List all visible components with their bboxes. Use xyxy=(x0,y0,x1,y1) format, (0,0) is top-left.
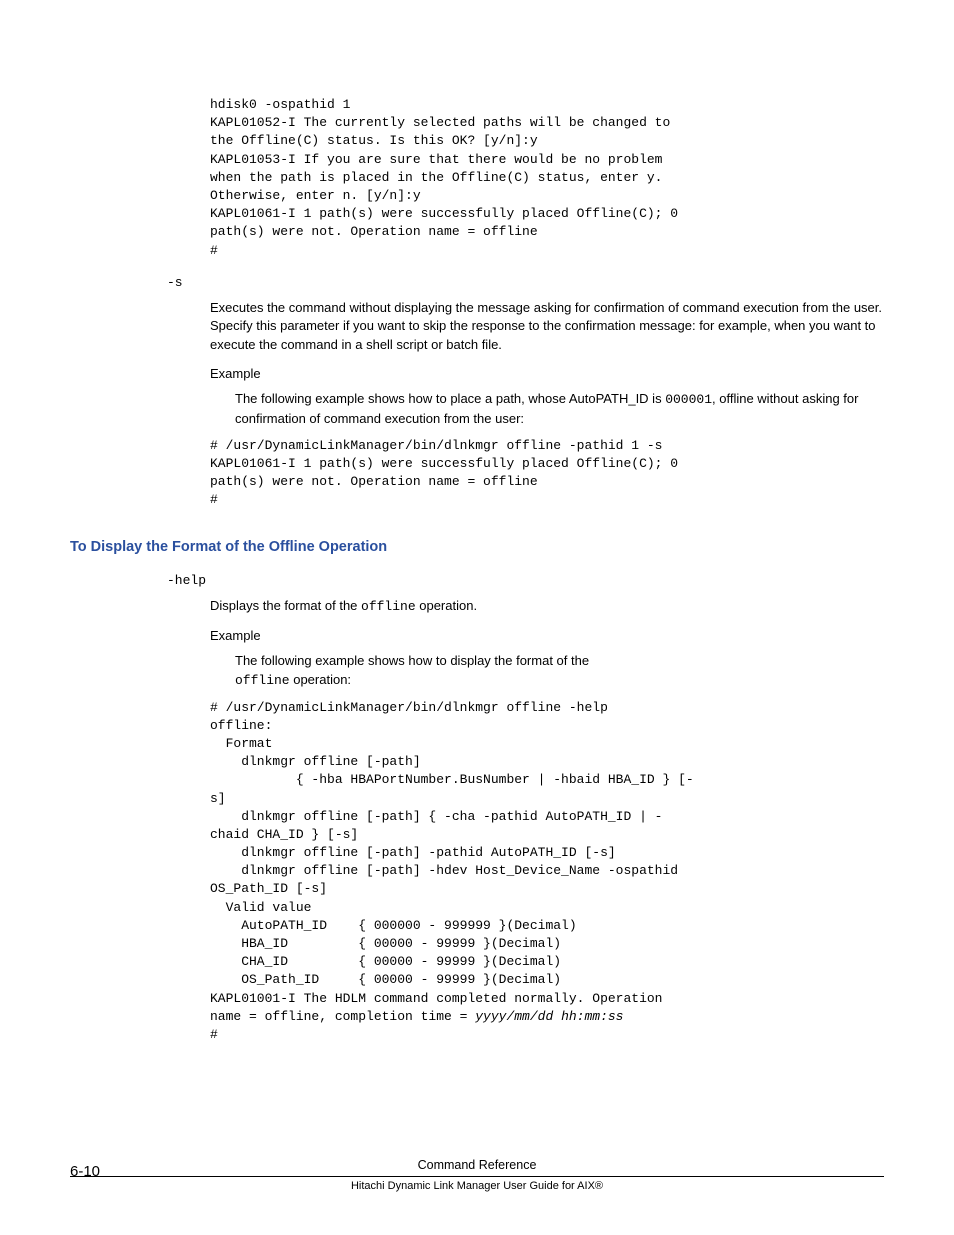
example-2-post: operation: xyxy=(290,672,351,687)
example-1-pre: The following example shows how to place… xyxy=(235,391,665,406)
option-help-label: -help xyxy=(167,572,884,591)
example-2-line1: The following example shows how to displ… xyxy=(235,653,589,668)
code-block-3: # /usr/DynamicLinkManager/bin/dlnkmgr of… xyxy=(210,699,884,1045)
footer-doc-title: Hitachi Dynamic Link Manager User Guide … xyxy=(70,1176,884,1195)
code-block-2: # /usr/DynamicLinkManager/bin/dlnkmgr of… xyxy=(210,437,884,510)
page-footer: 6-10 Command Reference Hitachi Dynamic L… xyxy=(70,1156,884,1195)
option-s-label: -s xyxy=(167,274,884,293)
example-1-inline-code: 000001 xyxy=(665,392,712,407)
section-heading: To Display the Format of the Offline Ope… xyxy=(70,537,884,558)
code3-time: yyyy/mm/dd hh:mm:ss xyxy=(475,1009,623,1024)
help-desc-post: operation. xyxy=(416,598,477,613)
footer-section-title: Command Reference xyxy=(70,1156,884,1174)
help-desc-pre: Displays the format of the xyxy=(210,598,361,613)
page-number: 6-10 xyxy=(70,1161,100,1183)
option-help-description: Displays the format of the offline opera… xyxy=(210,597,884,617)
code-block-1: hdisk0 -ospathid 1 KAPL01052-I The curre… xyxy=(210,96,884,260)
example-2-text: The following example shows how to displ… xyxy=(235,652,884,691)
option-s-description: Executes the command without displaying … xyxy=(210,299,884,356)
example-2-code: offline xyxy=(235,673,290,688)
example-label-2: Example xyxy=(210,627,884,646)
example-1-text: The following example shows how to place… xyxy=(235,390,884,429)
code3-pre: # /usr/DynamicLinkManager/bin/dlnkmgr of… xyxy=(210,700,694,1024)
help-desc-code: offline xyxy=(361,599,416,614)
page-container: hdisk0 -ospathid 1 KAPL01052-I The curre… xyxy=(0,0,954,1235)
code3-post: # xyxy=(210,1027,218,1042)
example-label-1: Example xyxy=(210,365,884,384)
